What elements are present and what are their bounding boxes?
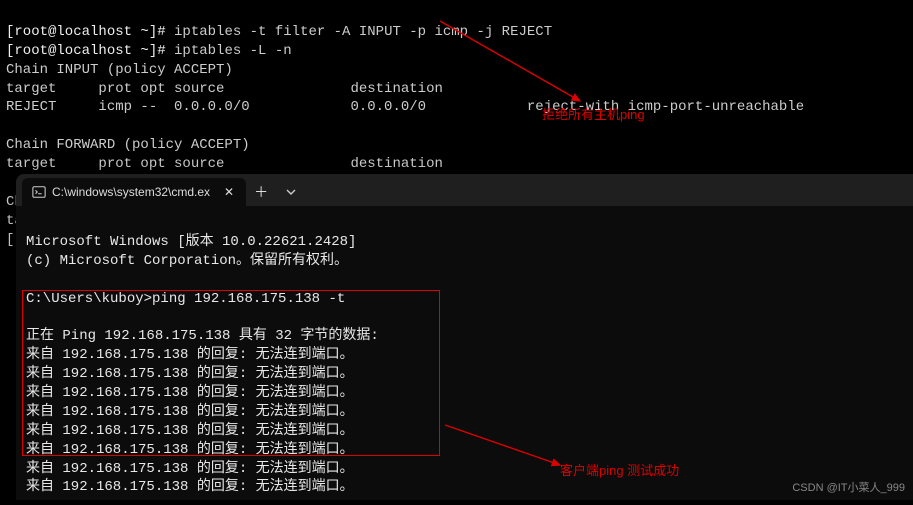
tab-dropdown-button[interactable] (276, 178, 306, 206)
close-tab-button[interactable]: ✕ (222, 185, 236, 199)
watermark: CSDN @IT小菜人_999 (792, 481, 905, 496)
cmd-prompt: C:\Users\kuboy> (26, 291, 152, 307)
new-tab-button[interactable]: ＋ (246, 178, 276, 206)
ping-reply: 来自 192.168.175.138 的回复: 无法连到端口。 (26, 442, 354, 458)
chevron-down-icon (286, 187, 296, 197)
annotation-top: 拒绝所有主机ping (542, 106, 645, 124)
table-header: target prot opt source destination (6, 156, 443, 172)
ping-reply: 来自 192.168.175.138 的回复: 无法连到端口。 (26, 385, 354, 401)
cutoff-text: [ (6, 232, 14, 248)
terminal-icon (32, 185, 46, 199)
linux-prompt: [root@localhost ~]# (6, 43, 174, 59)
cmd-body[interactable]: Microsoft Windows [版本 10.0.22621.2428] (… (16, 206, 913, 505)
ping-reply: 来自 192.168.175.138 的回复: 无法连到端口。 (26, 423, 354, 439)
chain-input-header: Chain INPUT (policy ACCEPT) (6, 62, 233, 78)
ping-reply: 来自 192.168.175.138 的回复: 无法连到端口。 (26, 404, 354, 420)
tab-title: C:\windows\system32\cmd.ex (52, 184, 210, 200)
cmd-window: C:\windows\system32\cmd.ex ✕ ＋ Microsoft… (16, 174, 913, 500)
tab-cmd[interactable]: C:\windows\system32\cmd.ex ✕ (22, 178, 246, 206)
linux-prompt: [root@localhost ~]# (6, 24, 174, 40)
table-header: target prot opt source destination (6, 81, 443, 97)
ping-reply: 来自 192.168.175.138 的回复: 无法连到端口。 (26, 461, 354, 477)
cmd-version: Microsoft Windows [版本 10.0.22621.2428] (26, 234, 356, 250)
annotation-bottom: 客户端ping 测试成功 (560, 462, 679, 480)
ping-reply: 来自 192.168.175.138 的回复: 无法连到端口。 (26, 366, 354, 382)
ping-command: ping 192.168.175.138 -t (152, 291, 345, 307)
cmd-copyright: (c) Microsoft Corporation。保留所有权利。 (26, 253, 348, 269)
ping-reply: 来自 192.168.175.138 的回复: 无法连到端口。 (26, 347, 354, 363)
linux-cmd-2: iptables -L -n (174, 43, 292, 59)
linux-cmd-1: iptables -t filter -A INPUT -p icmp -j R… (174, 24, 552, 40)
rule-row: REJECT icmp -- 0.0.0.0/0 0.0.0.0/0 rejec… (6, 99, 804, 115)
ping-header: 正在 Ping 192.168.175.138 具有 32 字节的数据: (26, 328, 379, 344)
chain-forward-header: Chain FORWARD (policy ACCEPT) (6, 137, 250, 153)
titlebar: C:\windows\system32\cmd.ex ✕ ＋ (16, 174, 913, 206)
ping-reply: 来自 192.168.175.138 的回复: 无法连到端口。 (26, 479, 354, 495)
